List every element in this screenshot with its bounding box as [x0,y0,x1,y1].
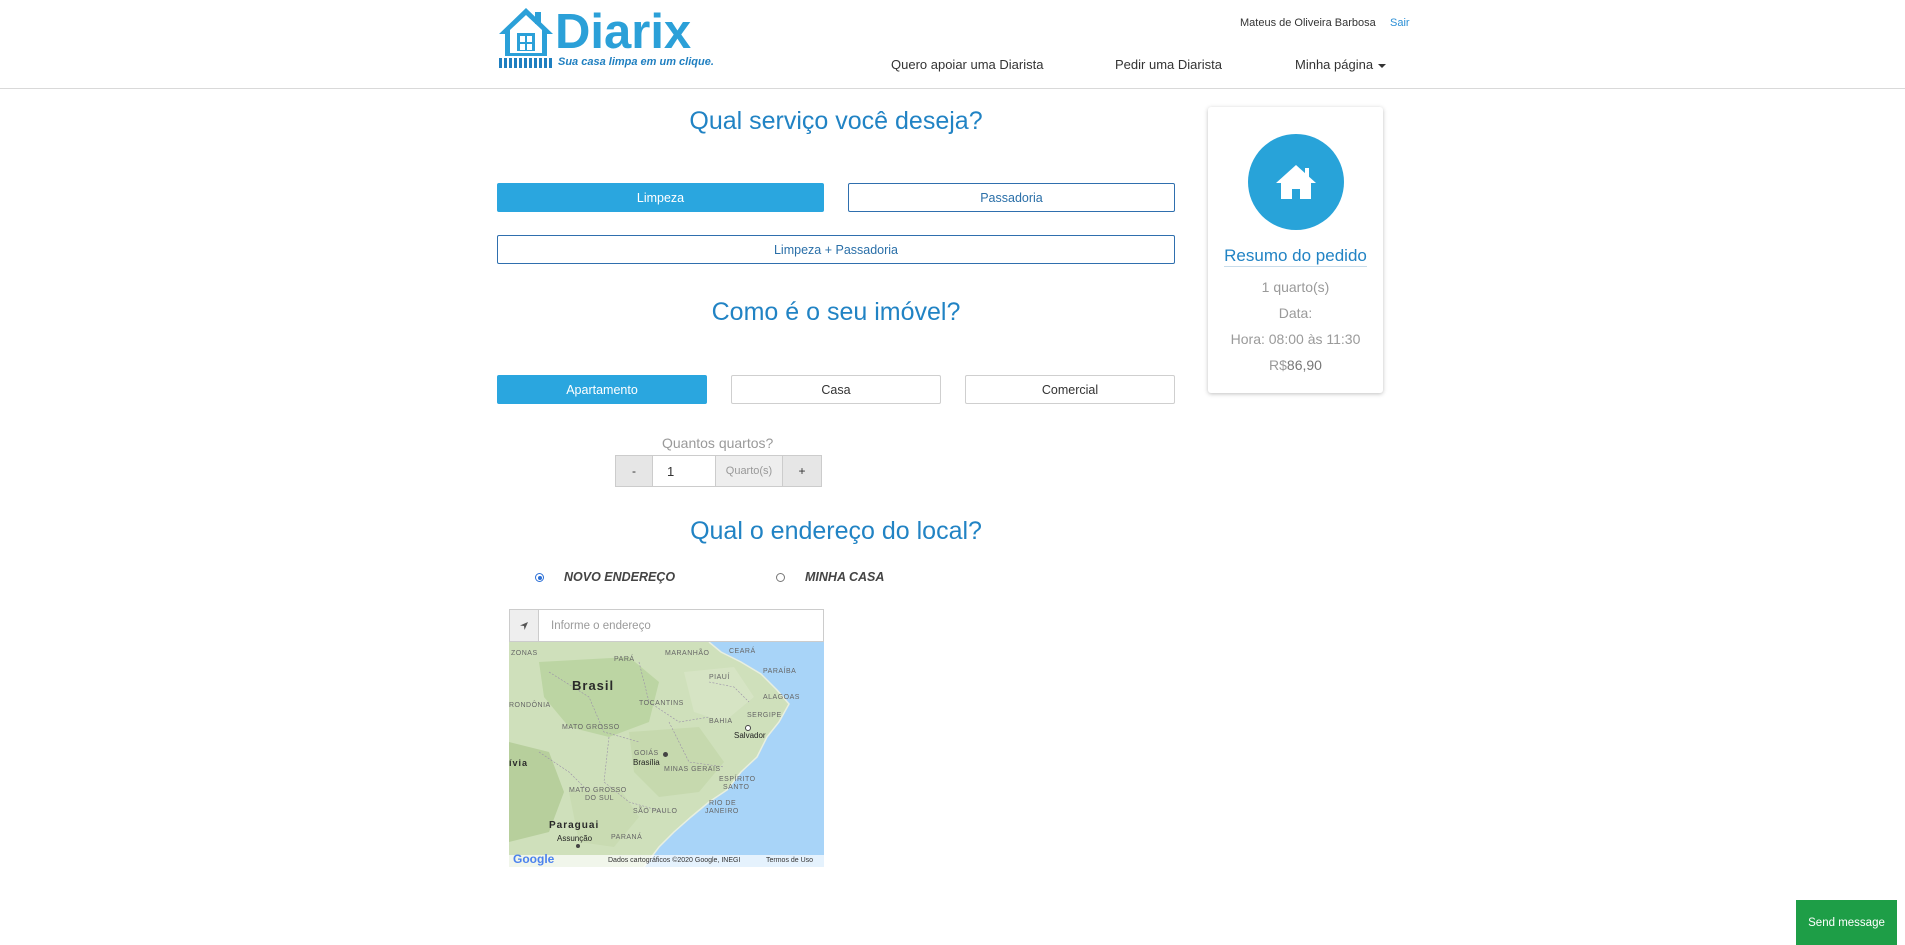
map-state-label: CEARÁ [729,648,756,655]
rooms-input[interactable]: 1 [652,455,716,487]
summary-price-value: 86,90 [1286,357,1322,373]
location-arrow-icon-svg [520,621,528,630]
summary-price-prefix: R$ [1269,357,1287,373]
map-state-label: TOCANTINS [639,700,684,707]
summary-price: R$86,90 [1208,357,1383,373]
map-state-label: PARANÁ [611,834,643,841]
logo-tagline: Sua casa limpa em um clique. [558,56,714,68]
map-state-label: MARANHÃO [665,650,710,657]
map-city-marker [663,752,668,757]
house-icon [1276,165,1316,199]
map-state-label: PARAÍBA [763,668,797,675]
logo-text: Diarix [555,5,692,59]
send-message-button[interactable]: Send message [1796,900,1897,945]
summary-title-text: Resumo do pedido [1224,246,1367,267]
map-state-label: DO SUL [585,795,615,802]
summary-date: Data: [1278,305,1313,321]
map-city-label: Salvador [734,731,766,740]
map-state-label: PIAUÍ [709,674,730,681]
rooms-label: Quantos quartos? [662,435,774,451]
property-title: Como é o seu imóvel? [711,298,961,326]
map-city-label: Assunção [557,834,593,843]
nav-my-page[interactable]: Minha página [1295,57,1387,72]
rooms-decrement-button[interactable]: - [615,455,653,487]
map-state-label: ESPÍRITO [719,776,756,783]
nav-request-diarist[interactable]: Pedir uma Diarista [1115,57,1222,72]
location-arrow-icon[interactable] [509,609,539,642]
map-city-label: Brasília [633,758,660,767]
map-state-label: SÃO PAULO [633,808,678,815]
address-input[interactable] [539,609,824,642]
map-state-label: BAHIA [709,718,733,725]
service-title: Qual serviço você deseja? [689,107,983,135]
map-state-label: RIO DE [709,800,737,807]
map-state-label: ALAGOAS [763,694,800,701]
map-country-label: ívia [509,758,529,768]
rooms-unit-label: Quarto(s) [715,455,783,487]
map-state-label: PARÁ [614,656,635,663]
house-logo-icon [499,8,553,68]
radio-my-home-label[interactable]: MINHA CASA [805,570,884,584]
map-country-label: Brasil [572,678,615,693]
radio-new-address-label[interactable]: NOVO ENDEREÇO [564,570,675,584]
service-option-limpeza-passadoria[interactable]: Limpeza + Passadoria [497,235,1175,264]
map-state-label: GOIÁS [634,750,659,757]
map-state-label: MATO GROSSO [569,787,627,794]
nav-my-page-label: Minha página [1295,57,1374,72]
map-state-label: MATO GROSSO [562,724,620,731]
address-map[interactable]: ZONAS PARÁ MARANHÃO CEARÁ PIAUÍ PARAÍBA … [509,642,824,867]
radio-my-home[interactable] [776,573,785,582]
service-option-limpeza[interactable]: Limpeza [497,183,824,212]
radio-new-address[interactable] [535,573,544,582]
map-state-label: JANEIRO [705,808,739,815]
property-option-comercial[interactable]: Comercial [965,375,1175,404]
caret-down-icon [1378,63,1387,68]
property-option-casa[interactable]: Casa [731,375,941,404]
user-name: Mateus de Oliveira Barbosa [1240,17,1376,29]
map-state-label: MINAS GERAIS [664,766,721,773]
map-state-label: ZONAS [511,650,538,657]
summary-title: Resumo do pedido [1208,246,1383,267]
map-terms-link[interactable]: Termos de Uso [766,857,813,864]
address-title: Qual o endereço do local? [690,517,982,545]
property-option-apartamento[interactable]: Apartamento [497,375,707,404]
top-header [0,0,1905,89]
map-footer: Google Dados cartográficos ©2020 Google,… [509,852,824,867]
map-city-marker [576,844,580,848]
map-country-label: Paraguai [549,820,600,831]
summary-house-badge [1248,134,1344,230]
map-state-label: RONDÔNIA [509,702,551,709]
service-option-passadoria[interactable]: Passadoria [848,183,1175,212]
map-attribution: Dados cartográficos ©2020 Google, INEGI [608,857,741,864]
google-logo: Google [513,852,555,866]
nav-support-diarist[interactable]: Quero apoiar uma Diarista [891,57,1043,72]
logout-link[interactable]: Sair [1390,17,1410,29]
summary-rooms: 1 quarto(s) [1261,279,1330,295]
map-state-label: SANTO [723,784,750,791]
summary-time: Hora: 08:00 às 11:30 [1230,331,1361,347]
map-state-label: SERGIPE [747,712,782,719]
rooms-increment-button[interactable]: + [782,455,822,487]
